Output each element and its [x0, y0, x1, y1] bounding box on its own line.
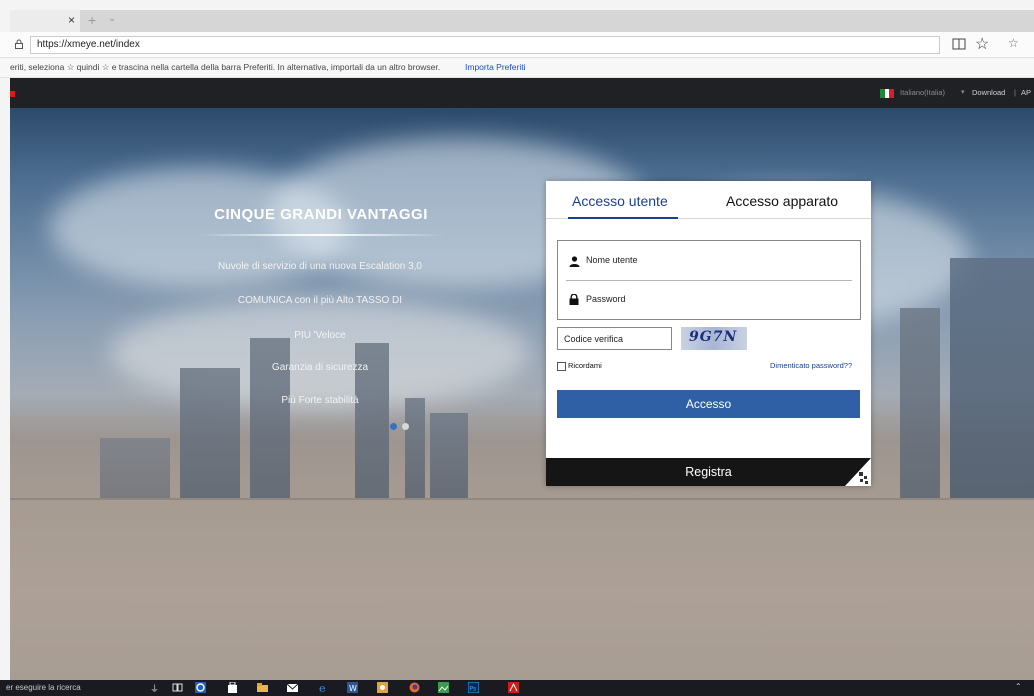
login-button[interactable]: Accesso [557, 390, 860, 418]
chevron-down-icon[interactable]: ▾ [961, 88, 965, 96]
title-underline [196, 234, 446, 236]
edge-browser-icon[interactable] [195, 682, 206, 693]
advantage-item: PIU 'Veloce [294, 330, 346, 341]
app-link[interactable]: AP [1021, 88, 1031, 97]
reading-view-icon[interactable] [952, 38, 966, 50]
building [430, 413, 468, 498]
building [180, 368, 240, 498]
firefox-icon[interactable] [409, 682, 420, 693]
tab-list-chevron-icon[interactable]: ⌄ [108, 13, 116, 24]
captcha-placeholder: Codice verifica [564, 334, 624, 344]
acrobat-icon[interactable] [508, 682, 519, 693]
download-link[interactable]: Download [972, 88, 1005, 97]
close-tab-icon[interactable]: × [68, 13, 75, 27]
site-header: Italiano(Italia) ▾ Download | AP [10, 78, 1034, 108]
word-icon[interactable]: W [347, 682, 358, 693]
address-bar: https://xmeye.net/index ☆ ☆ [0, 32, 1034, 58]
advantage-item: Più Forte stabilità [281, 395, 359, 406]
building [100, 438, 170, 498]
qr-code-icon[interactable] [845, 458, 871, 486]
svg-text:W: W [349, 684, 357, 693]
favorites-icon[interactable]: ☆ [1008, 36, 1019, 50]
tab-user-login[interactable]: Accesso utente [572, 193, 668, 209]
building [950, 258, 1034, 498]
logo[interactable] [10, 91, 15, 97]
language-select[interactable]: Italiano(Italia) [900, 88, 945, 97]
lock-icon [569, 294, 579, 305]
remember-checkbox[interactable] [557, 362, 566, 371]
url-input[interactable]: https://xmeye.net/index [30, 36, 940, 54]
star-icon[interactable]: ☆ [975, 34, 989, 54]
register-button[interactable]: Registra [546, 458, 871, 486]
favorites-bar: eriti, seleziona ☆ quindi ☆ e trascina n… [0, 58, 1034, 78]
building [405, 398, 425, 498]
register-label: Registra [685, 465, 732, 479]
svg-text:e: e [319, 682, 326, 693]
advantage-item: Garanzia di sicurezza [271, 362, 369, 373]
login-panel: Accesso utente Accesso apparato Nome ute… [546, 181, 871, 486]
mail-icon[interactable] [287, 682, 298, 693]
lock-icon [15, 39, 23, 49]
carousel-dot-active[interactable] [390, 423, 397, 430]
cloud [110, 298, 530, 408]
password-field[interactable]: Password [586, 294, 626, 304]
building [900, 308, 940, 498]
photoshop-icon[interactable]: Ps [468, 682, 479, 693]
browser-tabstrip: × + ⌄ [10, 10, 1034, 32]
photo-edge-left [0, 0, 10, 680]
user-icon [569, 256, 580, 267]
favorites-hint: eriti, seleziona ☆ quindi ☆ e trascina n… [10, 62, 441, 72]
photos-icon[interactable] [438, 682, 449, 693]
login-tabs: Accesso utente Accesso apparato [546, 181, 871, 219]
browser-tab[interactable]: × [10, 10, 80, 32]
windows-taskbar: er eseguire la ricerca ⏚ e W Ps ⌃ [0, 680, 1034, 696]
internet-explorer-icon[interactable]: e [318, 682, 329, 693]
file-explorer-icon[interactable] [257, 682, 268, 693]
advantage-item: COMUNICA con il più Alto TASSO DI [237, 295, 403, 306]
import-favorites-link[interactable]: Importa Preferiti [465, 62, 525, 72]
photo-edge-top [0, 0, 1034, 10]
store-icon[interactable] [227, 682, 238, 693]
carousel-dot[interactable] [402, 423, 409, 430]
tab-device-login[interactable]: Accesso apparato [726, 193, 838, 209]
hero-background: CINQUE GRANDI VANTAGGI Nuvole di servizi… [10, 108, 1034, 680]
forgot-password-link[interactable]: Dimenticato password?? [770, 361, 852, 370]
task-view-icon[interactable] [172, 682, 183, 693]
outlook-icon[interactable] [377, 682, 388, 693]
active-tab-indicator [568, 217, 678, 219]
username-field[interactable]: Nome utente [586, 255, 638, 265]
credentials-box: Nome utente Password [557, 240, 861, 320]
url-text: https://xmeye.net/index [37, 39, 140, 50]
system-tray-icon[interactable]: ⌃ [1015, 682, 1022, 691]
divider [566, 280, 852, 281]
new-tab-icon[interactable]: + [88, 12, 96, 28]
captcha-image[interactable]: 9G7N [681, 327, 747, 350]
captcha-code: 9G7N [689, 329, 738, 345]
advantages-title: CINQUE GRANDI VANTAGGI [214, 206, 428, 223]
captcha-input[interactable]: Codice verifica [557, 327, 672, 350]
svg-text:Ps: Ps [470, 686, 477, 693]
microphone-icon[interactable]: ⏚ [150, 682, 159, 695]
remember-label[interactable]: Ricordami [568, 361, 602, 370]
taskbar-search[interactable]: er eseguire la ricerca [6, 683, 81, 692]
ground-line [10, 498, 1034, 500]
advantage-item: Nuvole di servizio di una nuova Escalati… [217, 261, 422, 272]
separator: | [1014, 88, 1016, 97]
italy-flag-icon [880, 89, 894, 98]
